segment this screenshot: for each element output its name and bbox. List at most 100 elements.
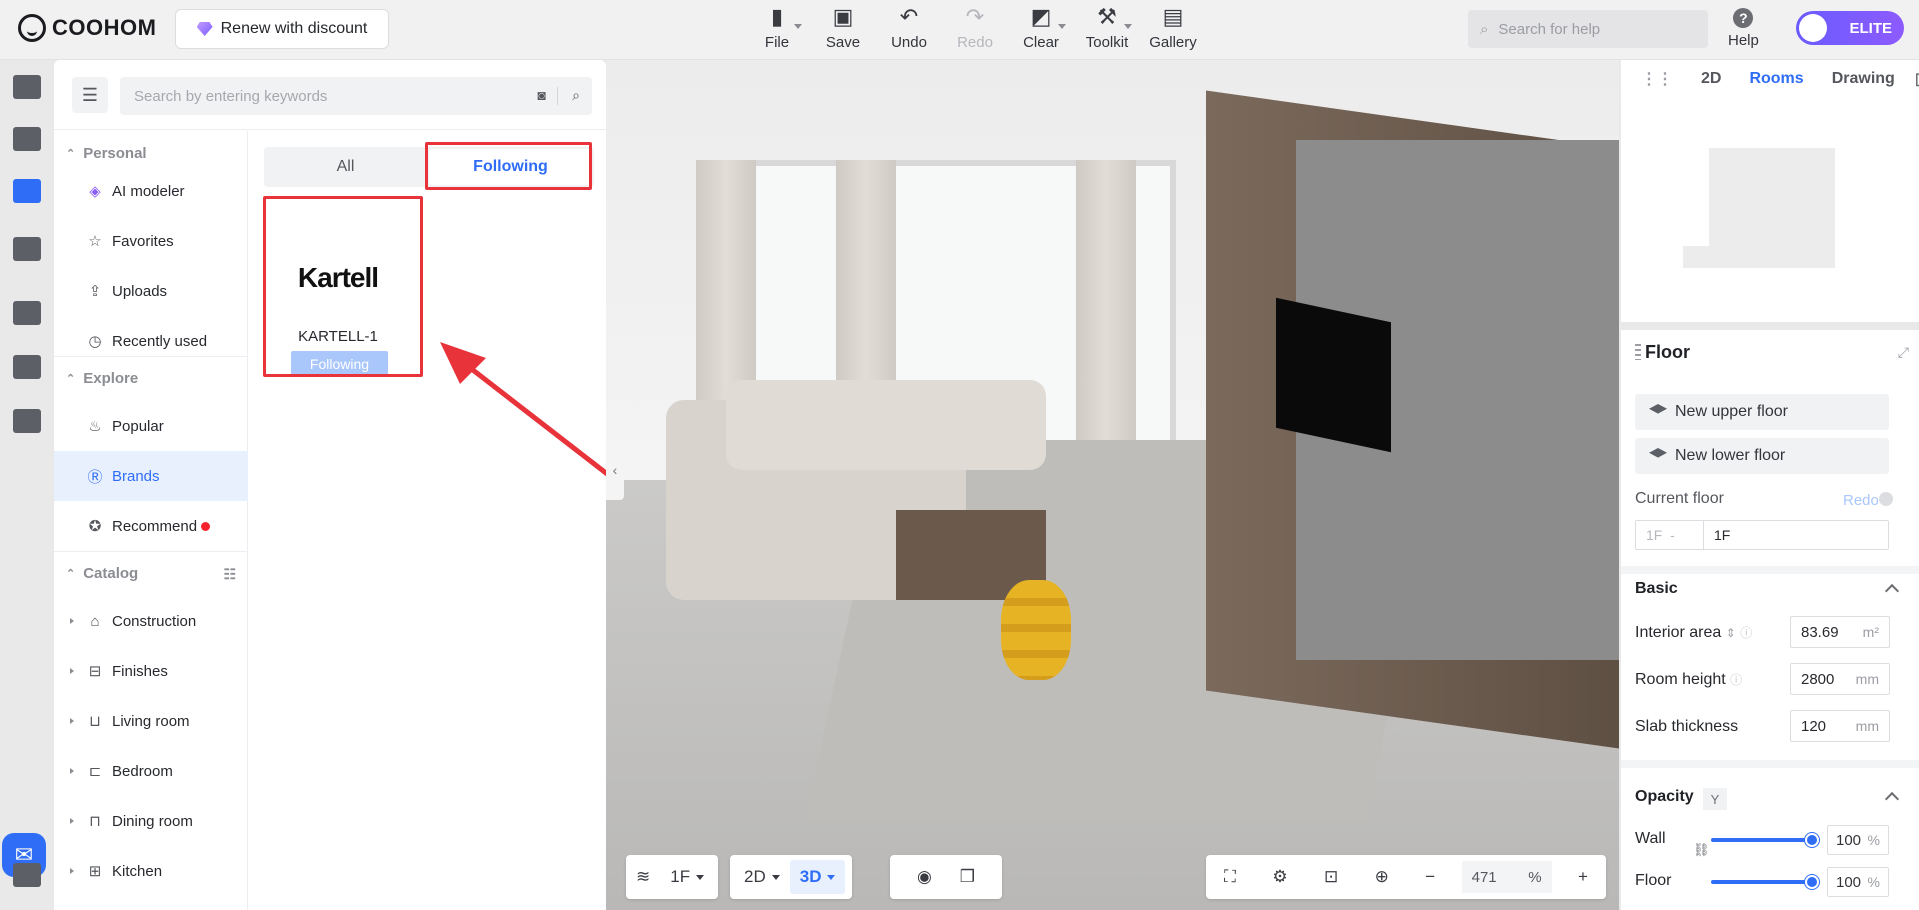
- sidebar-item-label: Uploads: [112, 282, 168, 300]
- customize-icon[interactable]: [10, 232, 44, 266]
- lighting-icon[interactable]: [10, 122, 44, 156]
- chevron-up-icon[interactable]: [1884, 791, 1900, 807]
- sidebar-item-brands[interactable]: Ⓡ Brands: [54, 451, 248, 501]
- opacity-section-title[interactable]: Opacity: [1635, 788, 1694, 806]
- landscape-icon[interactable]: [10, 404, 44, 438]
- gallery-label: Gallery: [1149, 34, 1197, 51]
- sidebar-item-label: Recently used: [112, 332, 208, 350]
- new-upper-floor-button[interactable]: New upper floor: [1635, 394, 1889, 430]
- floor-value: 1F: [670, 867, 691, 886]
- floorplan-icon[interactable]: [10, 350, 44, 384]
- gallery-button[interactable]: ▤ Gallery: [1144, 4, 1202, 51]
- basic-section-title[interactable]: Basic: [1635, 580, 1678, 598]
- toolkit-button[interactable]: ⚒ Toolkit: [1078, 4, 1136, 51]
- elite-toggle[interactable]: ELITE: [1796, 11, 1904, 45]
- 3d-viewport[interactable]: ‹ ≋ 1F 2D 3D ◉ ❒ ⛶ ⚙ ⊡ ⊕ − 471% +: [606, 60, 1619, 910]
- current-floor-field[interactable]: 1F - 1F: [1635, 520, 1889, 550]
- section-catalog[interactable]: ⌃ Catalog ☷: [54, 551, 248, 595]
- wall-opacity-input[interactable]: 100%: [1827, 825, 1889, 855]
- drag-handle-icon[interactable]: [1635, 344, 1641, 360]
- redo-link[interactable]: Redo: [1843, 492, 1879, 509]
- furniture-icon[interactable]: [10, 174, 44, 208]
- build-icon[interactable]: [10, 70, 44, 104]
- sidebar-item-dining-room[interactable]: ⊓ Dining room: [54, 796, 248, 846]
- room-height-input[interactable]: 2800 mm: [1790, 663, 1890, 695]
- focus-icon[interactable]: ⊡: [1314, 860, 1348, 894]
- minimap-room-shape[interactable]: [1683, 148, 1835, 268]
- section-explore[interactable]: ⌃ Explore: [54, 356, 248, 400]
- customize-icon-shape: [13, 237, 41, 261]
- chevron-down-icon[interactable]: [1058, 24, 1066, 29]
- drag-handle-icon[interactable]: ⋮⋮: [1635, 69, 1687, 89]
- sidebar-item-favorites[interactable]: ☆ Favorites: [54, 216, 248, 266]
- tab-2d[interactable]: 2D: [1687, 70, 1735, 88]
- tab-all[interactable]: All: [264, 147, 427, 187]
- tab-drawing[interactable]: Drawing: [1818, 70, 1909, 88]
- tab-rooms[interactable]: Rooms: [1735, 70, 1817, 88]
- sidebar-item-ai-modeler[interactable]: ◈ AI modeler: [54, 166, 248, 216]
- clear-button[interactable]: ◩ Clear: [1012, 4, 1070, 51]
- chevron-down-icon: [696, 874, 705, 880]
- keyword-search-input[interactable]: Search by entering keywords ◙ ⌕: [120, 77, 592, 115]
- sort-icon[interactable]: ⇕: [1726, 626, 1736, 640]
- filter-settings-icon[interactable]: ☷: [223, 566, 236, 583]
- help-search-input[interactable]: ⌕ Search for help: [1468, 10, 1708, 48]
- redo-button[interactable]: ↷ Redo: [946, 4, 1004, 51]
- new-lower-floor-button[interactable]: New lower floor: [1635, 438, 1889, 474]
- view-2d-label: 2D: [744, 867, 766, 886]
- floor-select[interactable]: 1F: [660, 860, 714, 894]
- cube-icon[interactable]: ❒: [950, 860, 985, 894]
- zoom-input[interactable]: 471%: [1461, 861, 1552, 893]
- floor-selector[interactable]: ≋ 1F: [626, 855, 718, 899]
- expand-minimap-icon[interactable]: ◳: [1909, 69, 1919, 89]
- sidebar-item-popular[interactable]: ♨ Popular: [54, 401, 248, 451]
- zoom-out-icon[interactable]: −: [1415, 860, 1445, 894]
- floor-opacity-input[interactable]: 100%: [1827, 867, 1889, 897]
- sidebar-item-label: Construction: [112, 612, 197, 630]
- coohom-logo[interactable]: COOHOM: [18, 14, 156, 42]
- sidebar-item-living-room[interactable]: ⊔ Living room: [54, 696, 248, 746]
- sidebar-item-construction[interactable]: ⌂ Construction: [54, 596, 248, 646]
- camera-icon-shape: [13, 301, 41, 325]
- file-button[interactable]: ▮ File: [748, 4, 806, 51]
- zoom-region-icon[interactable]: ⊕: [1365, 860, 1399, 894]
- eye-icon[interactable]: ◉: [907, 860, 942, 894]
- wall-opacity-slider[interactable]: [1711, 833, 1819, 847]
- renew-button[interactable]: Renew with discount: [175, 9, 389, 49]
- floor-to[interactable]: 1F: [1704, 521, 1888, 549]
- help-button[interactable]: ? Help: [1728, 8, 1759, 49]
- zoom-in-icon[interactable]: +: [1568, 860, 1598, 894]
- link-icon[interactable]: ⛓: [1693, 842, 1710, 858]
- interior-area-input[interactable]: 83.69 m²: [1790, 616, 1890, 648]
- slider-handle[interactable]: [1805, 875, 1819, 889]
- sidebar-item-bedroom[interactable]: ⊏ Bedroom: [54, 746, 248, 796]
- sidebar-item-kitchen[interactable]: ⊞ Kitchen: [54, 846, 248, 896]
- collapse-panel-handle[interactable]: ‹: [606, 440, 624, 500]
- room-height-label: Room height ⓘ: [1635, 671, 1742, 689]
- slider-handle[interactable]: [1805, 833, 1819, 847]
- scene-tv: [1276, 297, 1391, 453]
- sidebar-item-uploads[interactable]: ⇪ Uploads: [54, 266, 248, 316]
- slab-thickness-input[interactable]: 120 mm: [1790, 710, 1890, 742]
- expand-icon[interactable]: ⤢: [1898, 344, 1909, 361]
- chevron-down-icon[interactable]: [794, 24, 802, 29]
- slab-value: 120: [1801, 717, 1827, 735]
- save-button[interactable]: ▣ Save: [814, 4, 872, 51]
- view-2d-button[interactable]: 2D: [734, 860, 790, 894]
- sidebar-item-label: Popular: [112, 417, 164, 435]
- floor-opacity-slider[interactable]: [1711, 875, 1819, 889]
- view-settings-icon[interactable]: ⚙: [1262, 860, 1297, 894]
- sidebar-item-label: Kitchen: [112, 862, 163, 880]
- fit-selection-icon[interactable]: ⛶: [1214, 860, 1246, 894]
- camera-icon[interactable]: [10, 296, 44, 330]
- chevron-down-icon[interactable]: [1124, 24, 1132, 29]
- console-icon[interactable]: [10, 858, 44, 892]
- undo-button[interactable]: ↶ Undo: [880, 4, 938, 51]
- sidebar-item-recommend[interactable]: ✪ Recommend: [54, 501, 248, 551]
- view-3d-button[interactable]: 3D: [789, 860, 846, 894]
- image-search-icon[interactable]: ◙: [538, 87, 546, 103]
- collapse-menu-icon[interactable]: ☰: [72, 77, 108, 113]
- search-icon[interactable]: ⌕: [572, 87, 580, 104]
- sidebar-item-finishes[interactable]: ⊟ Finishes: [54, 646, 248, 696]
- chevron-up-icon[interactable]: [1884, 583, 1900, 599]
